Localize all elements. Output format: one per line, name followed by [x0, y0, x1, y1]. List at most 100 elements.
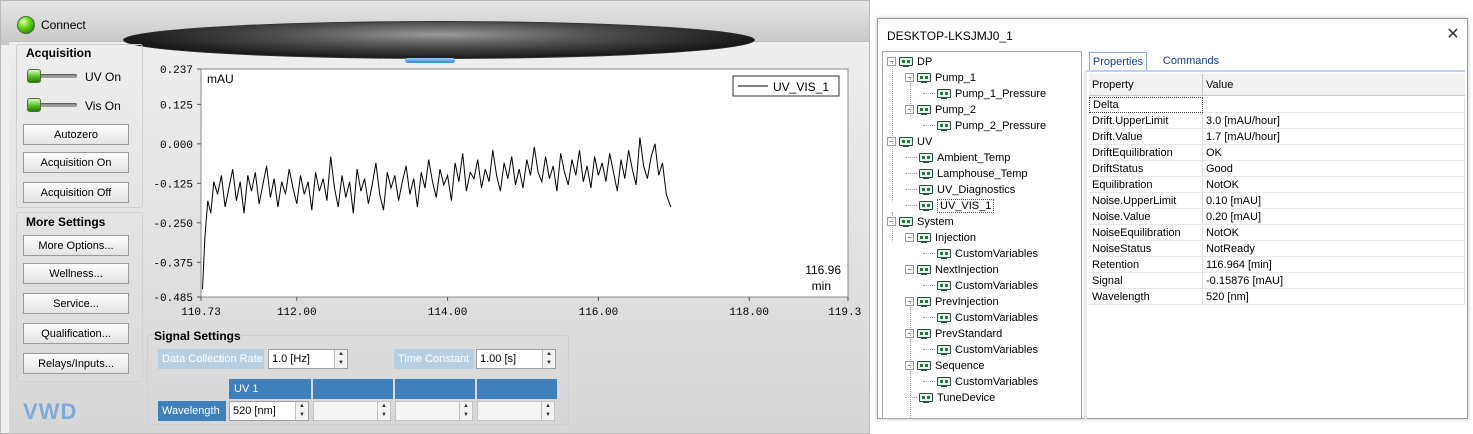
acquisition-on-button[interactable]: Acquisition On: [23, 152, 129, 173]
tree-node-label[interactable]: PrevStandard: [935, 328, 1002, 340]
property-row[interactable]: Retention 116.964 [min]: [1089, 257, 1465, 273]
data-collection-rate-spinner[interactable]: ▲ ▼: [334, 350, 347, 368]
tree-node[interactable]: CustomVariables: [923, 278, 1038, 293]
property-value[interactable]: OK: [1203, 145, 1465, 161]
time-constant-spinner[interactable]: ▲ ▼: [542, 350, 555, 368]
spin-up-icon[interactable]: ▲: [543, 350, 555, 359]
property-column-header[interactable]: Property: [1089, 74, 1203, 96]
property-value[interactable]: NotReady: [1203, 241, 1465, 257]
wellness-button[interactable]: Wellness...: [23, 263, 129, 284]
vis-on-toggle[interactable]: [27, 98, 77, 112]
tab-commands[interactable]: Commands: [1153, 52, 1229, 70]
collapse-icon[interactable]: −: [905, 233, 914, 242]
tab-properties[interactable]: Properties: [1089, 52, 1147, 70]
spin-up-icon[interactable]: ▲: [460, 402, 472, 411]
property-value[interactable]: NotOK: [1203, 177, 1465, 193]
property-value[interactable]: NotOK: [1203, 225, 1465, 241]
tree-node-label[interactable]: UV: [917, 136, 932, 148]
property-value[interactable]: 0.20 [mAU]: [1203, 209, 1465, 225]
data-collection-rate-input[interactable]: 1.0 [Hz] ▲ ▼: [268, 349, 348, 369]
value-column-header[interactable]: Value: [1203, 74, 1465, 96]
tree-node-label[interactable]: UV_VIS_1: [937, 198, 995, 213]
autozero-button[interactable]: Autozero: [23, 124, 129, 145]
tree-node[interactable]: UV_VIS_1: [905, 198, 995, 213]
tree-node-label[interactable]: Lamphouse_Temp: [937, 168, 1028, 180]
tree-node-label[interactable]: Pump_2_Pressure: [955, 120, 1046, 132]
tree-node[interactable]: CustomVariables: [923, 310, 1038, 325]
tree-node-label[interactable]: CustomVariables: [955, 248, 1038, 260]
tree-node[interactable]: TuneDevice: [905, 390, 995, 405]
tree-node-label[interactable]: Pump_2: [935, 104, 976, 116]
tree-node[interactable]: − Injection: [905, 230, 976, 245]
tree-node-label[interactable]: TuneDevice: [937, 392, 995, 404]
vis-toggle-knob[interactable]: [27, 98, 41, 112]
signal-chart[interactable]: 0.2370.1250.000-0.125-0.250-0.375-0.485 …: [141, 63, 861, 323]
tree-node[interactable]: Pump_2_Pressure: [923, 118, 1046, 133]
spin-down-icon[interactable]: ▼: [542, 411, 554, 420]
tree-node[interactable]: − Sequence: [905, 358, 985, 373]
tree-node-label[interactable]: Pump_1: [935, 72, 976, 84]
uv-toggle-knob[interactable]: [27, 69, 41, 83]
tree-node[interactable]: CustomVariables: [923, 342, 1038, 357]
tree-node-label[interactable]: Injection: [935, 232, 976, 244]
connect-led-icon[interactable]: [17, 16, 35, 34]
property-row[interactable]: Equilibration NotOK: [1089, 177, 1465, 193]
tree-node[interactable]: − System: [887, 214, 954, 229]
tree-node[interactable]: − UV: [887, 134, 932, 149]
wavelength-input-3[interactable]: ▲ ▼: [395, 401, 473, 421]
property-value[interactable]: -0.15876 [mAU]: [1203, 273, 1465, 289]
spin-down-icon[interactable]: ▼: [296, 411, 308, 420]
tree-node-label[interactable]: Pump_1_Pressure: [955, 88, 1046, 100]
property-row[interactable]: NoiseStatus NotReady: [1089, 241, 1465, 257]
property-value[interactable]: 1.7 [mAU/hour]: [1203, 129, 1465, 145]
property-row[interactable]: Wavelength 520 [nm]: [1089, 289, 1465, 305]
property-value[interactable]: 116.964 [min]: [1203, 257, 1465, 273]
property-row[interactable]: Drift.UpperLimit 3.0 [mAU/hour]: [1089, 113, 1465, 129]
tree-node[interactable]: CustomVariables: [923, 374, 1038, 389]
spin-down-icon[interactable]: ▼: [378, 411, 390, 420]
uv-on-toggle[interactable]: [27, 69, 77, 83]
tree-node[interactable]: Pump_1_Pressure: [923, 86, 1046, 101]
spin-down-icon[interactable]: ▼: [460, 411, 472, 420]
tree-node[interactable]: − PrevStandard: [905, 326, 1002, 341]
tree-node[interactable]: − DP: [887, 54, 932, 69]
tree-node-label[interactable]: CustomVariables: [955, 344, 1038, 356]
tree-node-label[interactable]: Ambient_Temp: [937, 152, 1010, 164]
collapse-icon[interactable]: −: [905, 265, 914, 274]
property-value[interactable]: 520 [nm]: [1203, 289, 1465, 305]
tree-node[interactable]: − NextInjection: [905, 262, 999, 277]
wavelength-3-spinner[interactable]: ▲ ▼: [459, 402, 472, 420]
property-row[interactable]: Signal -0.15876 [mAU]: [1089, 273, 1465, 289]
acquisition-off-button[interactable]: Acquisition Off: [23, 182, 129, 203]
spin-up-icon[interactable]: ▲: [335, 350, 347, 359]
wavelength-spinner[interactable]: ▲ ▼: [295, 402, 308, 420]
tree-node[interactable]: − PrevInjection: [905, 294, 999, 309]
tree-node-label[interactable]: System: [917, 216, 954, 228]
spin-up-icon[interactable]: ▲: [296, 402, 308, 411]
property-value[interactable]: Good: [1203, 161, 1465, 177]
tree-node-label[interactable]: DP: [917, 56, 932, 68]
spin-up-icon[interactable]: ▲: [378, 402, 390, 411]
tree-node-label[interactable]: NextInjection: [935, 264, 999, 276]
tree-node[interactable]: − Pump_1: [905, 70, 976, 85]
wavelength-input-2[interactable]: ▲ ▼: [313, 401, 391, 421]
more-options-button[interactable]: More Options...: [23, 235, 129, 256]
property-row[interactable]: DriftStatus Good: [1089, 161, 1465, 177]
property-row[interactable]: Drift.Value 1.7 [mAU/hour]: [1089, 129, 1465, 145]
tree-node-label[interactable]: UV_Diagnostics: [937, 184, 1015, 196]
tree-node-label[interactable]: CustomVariables: [955, 376, 1038, 388]
spin-down-icon[interactable]: ▼: [543, 359, 555, 368]
tree-node[interactable]: CustomVariables: [923, 246, 1038, 261]
pane-splitter[interactable]: [1084, 70, 1087, 419]
property-row[interactable]: Delta: [1089, 97, 1465, 113]
wavelength-input[interactable]: 520 [nm] ▲ ▼: [229, 401, 309, 421]
spin-down-icon[interactable]: ▼: [335, 359, 347, 368]
connect-label[interactable]: Connect: [41, 18, 86, 32]
wavelength-2-spinner[interactable]: ▲ ▼: [377, 402, 390, 420]
wavelength-4-spinner[interactable]: ▲ ▼: [541, 402, 554, 420]
relays-inputs-button[interactable]: Relays/Inputs...: [23, 353, 129, 374]
property-value[interactable]: [1203, 97, 1465, 113]
tree-node-label[interactable]: Sequence: [935, 360, 985, 372]
tree-node[interactable]: UV_Diagnostics: [905, 182, 1015, 197]
tree-node[interactable]: − Pump_2: [905, 102, 976, 117]
